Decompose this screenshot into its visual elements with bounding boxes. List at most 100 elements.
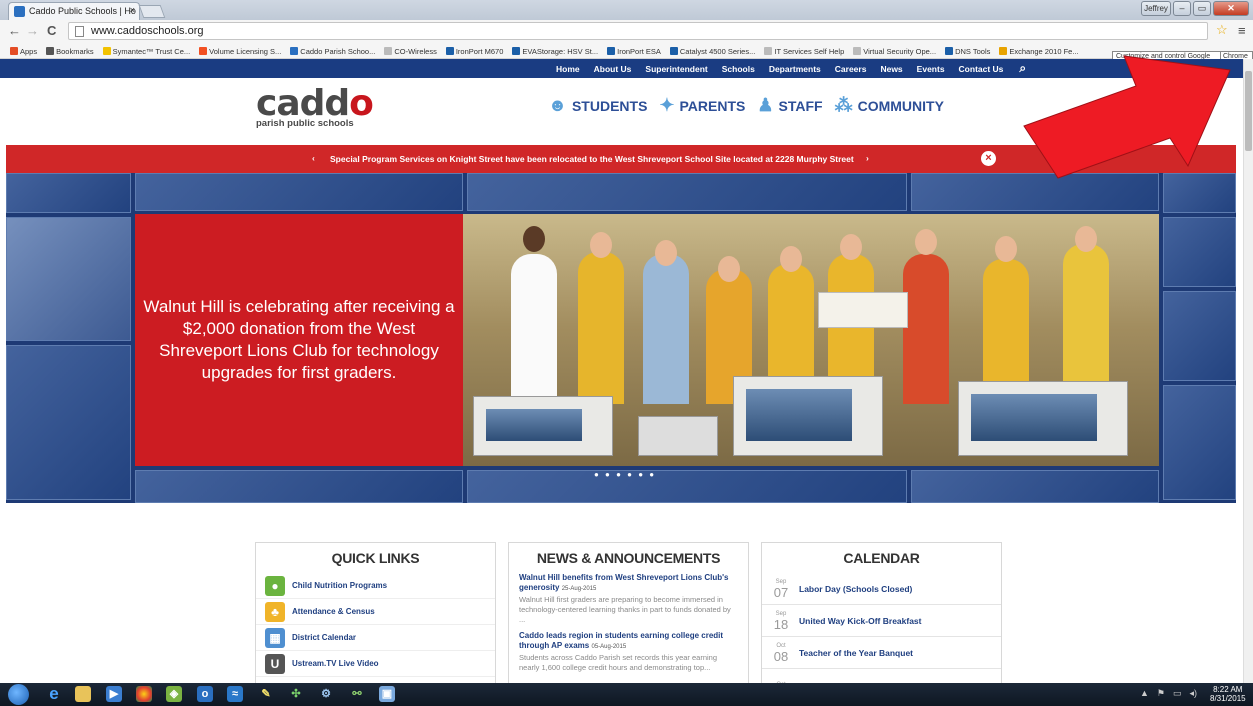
slide-photo[interactable] xyxy=(463,214,1159,466)
slide-caption-panel[interactable]: Walnut Hill is celebrating after receivi… xyxy=(135,214,463,466)
new-tab-button[interactable] xyxy=(138,5,166,18)
audience-link[interactable]: ✦ PARENTS xyxy=(659,95,745,116)
minimize-button[interactable]: – xyxy=(1173,1,1191,16)
volume-icon[interactable]: ◂) xyxy=(1190,688,1198,699)
bookmark-label: IronPort ESA xyxy=(617,46,661,56)
news-item[interactable]: Walnut Hill benefits from West Shrevepor… xyxy=(519,573,738,625)
reload-button[interactable]: C xyxy=(47,23,56,38)
forward-button[interactable]: → xyxy=(26,23,39,38)
audience-label: COMMUNITY xyxy=(857,97,944,114)
nav-link[interactable]: Home xyxy=(556,64,580,74)
photo-person xyxy=(840,234,862,260)
network-tool-icon[interactable]: ⚙ xyxy=(318,686,334,702)
close-window-button[interactable]: ✕ xyxy=(1213,1,1249,16)
news-panel: NEWS & ANNOUNCEMENTS Walnut Hill benefit… xyxy=(508,542,749,683)
cisco-icon xyxy=(669,47,678,55)
calendar-event[interactable]: Sep 07 Labor Day (Schools Closed) xyxy=(762,573,1001,605)
nav-link[interactable]: Superintendent xyxy=(645,64,707,74)
nav-link[interactable]: Schools xyxy=(722,64,755,74)
bookmark-item[interactable]: IronPort M670 xyxy=(445,44,503,58)
apps-icon xyxy=(10,47,18,55)
bookmark-item[interactable]: IT Services Self Help xyxy=(764,44,844,58)
action-center-icon[interactable]: ⚑ xyxy=(1157,688,1165,699)
clock[interactable]: 8:22 AM 8/31/2015 xyxy=(1210,685,1246,703)
nav-link[interactable]: Careers xyxy=(835,64,867,74)
bookmark-label: IT Services Self Help xyxy=(774,46,845,56)
network-icon[interactable]: ▭ xyxy=(1173,688,1182,699)
file-explorer-icon[interactable] xyxy=(75,686,91,702)
bookmark-item[interactable]: EVAStorage: HSV St... xyxy=(512,44,598,58)
address-bar[interactable]: www.caddoschools.org xyxy=(68,22,1208,40)
alert-close-icon[interactable]: × xyxy=(981,151,996,166)
vsphere-icon[interactable]: ▣ xyxy=(379,686,395,702)
windows-icon xyxy=(199,47,208,55)
bookmark-item[interactable]: CO-Wireless xyxy=(384,44,437,58)
utility-icon[interactable]: ✣ xyxy=(288,686,304,702)
alert-prev-button[interactable]: ‹ xyxy=(312,153,315,163)
bookmark-item[interactable]: IronPort ESA xyxy=(607,44,661,58)
calendar-event[interactable]: Oct 08 Teacher of the Year Banquet xyxy=(762,637,1001,669)
audience-link[interactable]: ♟ STAFF xyxy=(757,95,822,116)
news-title[interactable]: Walnut Hill benefits from West Shrevepor… xyxy=(519,573,738,594)
remote-desktop-icon[interactable]: ≈ xyxy=(227,686,243,702)
scrollbar-thumb[interactable] xyxy=(1245,71,1252,151)
bookmark-item[interactable]: Volume Licensing S... xyxy=(199,44,281,58)
photo-person xyxy=(523,226,545,252)
nav-link[interactable]: Contact Us xyxy=(959,64,1004,74)
tray-expand-icon[interactable]: ▲ xyxy=(1140,688,1149,699)
bookmark-item[interactable]: Apps xyxy=(10,44,37,58)
bookmark-item[interactable]: Symantec™ Trust Ce... xyxy=(102,44,190,58)
photo-person xyxy=(718,256,740,282)
internet-explorer-icon[interactable]: e xyxy=(46,685,62,702)
tv-box xyxy=(638,416,718,456)
photo-person xyxy=(780,246,802,272)
bookmark-item[interactable]: Virtual Security Ope... xyxy=(853,44,936,58)
network-map-icon[interactable]: ⚯ xyxy=(349,686,365,702)
nav-link[interactable]: News xyxy=(880,64,902,74)
event-day: 18 xyxy=(773,617,789,632)
news-title[interactable]: Caddo leads region in students earning c… xyxy=(519,631,738,652)
tab-close-icon[interactable]: × xyxy=(130,5,135,15)
app-icon[interactable]: ◈ xyxy=(166,686,182,702)
nav-link[interactable]: Events xyxy=(917,64,945,74)
start-button[interactable] xyxy=(8,684,29,705)
bookmark-item[interactable]: Catalyst 4500 Series... xyxy=(669,44,755,58)
maximize-button[interactable]: ▭ xyxy=(1193,1,1211,16)
collage-tile xyxy=(6,217,131,341)
audience-link[interactable]: ☻ STUDENTS xyxy=(548,95,647,116)
quick-link[interactable]: ♣ Attendance & Census xyxy=(256,599,495,625)
annotation-arrow-icon xyxy=(1023,55,1231,179)
students-icon: ☻ xyxy=(548,95,567,115)
back-button[interactable]: ← xyxy=(8,23,21,38)
calendar-event[interactable]: Oct xyxy=(762,669,1001,684)
bookmark-label: EVAStorage: HSV St... xyxy=(522,46,599,56)
photo-person xyxy=(590,232,612,258)
alert-message[interactable]: Special Program Services on Knight Stree… xyxy=(330,154,854,164)
outlook-icon[interactable]: o xyxy=(197,686,213,702)
audience-link[interactable]: ⁂ COMMUNITY xyxy=(835,95,944,116)
news-item[interactable]: Caddo leads region in students earning c… xyxy=(519,631,738,673)
browser-tab[interactable]: Caddo Public Schools | Ho × xyxy=(8,2,140,20)
quick-link[interactable]: ● Child Nutrition Programs xyxy=(256,573,495,599)
community-icon: ⁂ xyxy=(834,95,853,115)
chrome-icon[interactable] xyxy=(136,686,152,702)
media-player-icon[interactable]: ▶ xyxy=(106,686,122,702)
quick-link-icon: ♣ xyxy=(265,601,285,622)
site-icon xyxy=(290,47,299,55)
bookmark-item[interactable]: DNS Tools xyxy=(945,44,990,58)
caddo-logo[interactable]: caddo parish public schools xyxy=(256,86,376,134)
quick-link[interactable]: ▦ District Calendar xyxy=(256,625,495,651)
bookmark-item[interactable]: Caddo Parish Schoo... xyxy=(290,44,375,58)
slide-dots[interactable]: ● ● ● ● ● ● xyxy=(594,470,656,479)
news-summary: Students across Caddo Parish set records… xyxy=(519,653,718,672)
alert-next-button[interactable]: › xyxy=(866,153,869,163)
paint-icon[interactable]: ✎ xyxy=(258,686,274,702)
bookmark-star-icon[interactable]: ☆ xyxy=(1216,22,1228,38)
calendar-event[interactable]: Sep 18 United Way Kick-Off Breakfast xyxy=(762,605,1001,637)
nav-link[interactable]: Departments xyxy=(769,64,821,74)
profile-button[interactable]: Jeffrey xyxy=(1141,1,1171,16)
quick-link[interactable]: U Ustream.TV Live Video xyxy=(256,651,495,677)
bookmark-item[interactable]: Bookmarks xyxy=(46,44,94,58)
nav-link[interactable]: About Us xyxy=(594,64,632,74)
chrome-menu-icon[interactable]: ≡ xyxy=(1238,23,1246,38)
